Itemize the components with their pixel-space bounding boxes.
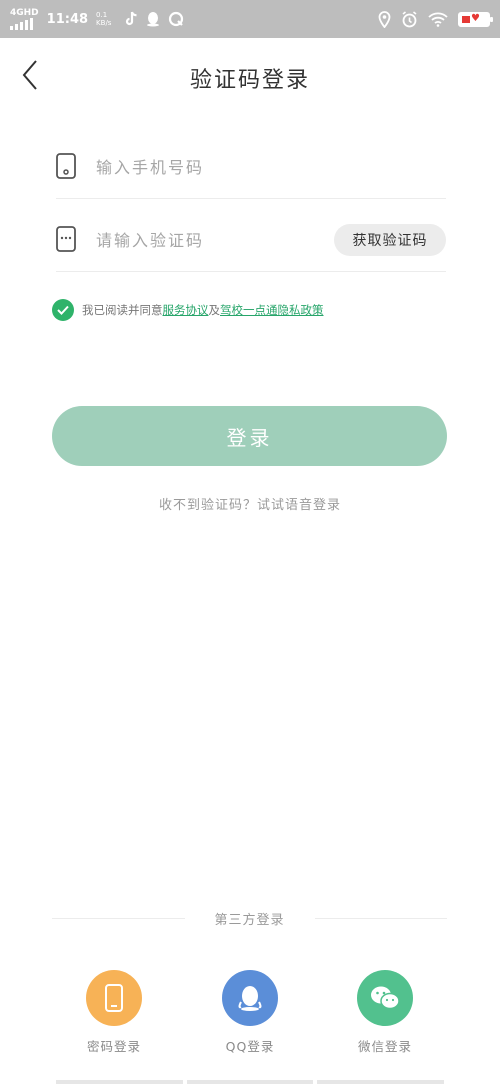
third-party-divider: 第三方登录 [52, 908, 448, 928]
voice-login-link[interactable]: 收不到验证码？试试语音登录 [0, 494, 500, 513]
network-speed: 0.1 KB/s [96, 11, 116, 27]
phone-icon [56, 153, 76, 179]
login-button[interactable]: 登录 [52, 406, 447, 466]
agreement-prefix: 我已阅读并同意 [82, 303, 163, 317]
browser-icon [168, 11, 184, 27]
tiktok-icon [125, 11, 137, 26]
agreement: 我已阅读并同意 服务协议 及 驾校一点通隐私政策 [52, 299, 324, 321]
wechat-login-circle [357, 970, 413, 1026]
wechat-login-option[interactable]: 微信登录 [330, 970, 440, 1055]
qq-login-option[interactable]: QQ登录 [195, 970, 305, 1055]
get-code-button[interactable]: 获取验证码 [334, 224, 446, 256]
phone-icon [105, 984, 123, 1012]
privacy-policy-link[interactable]: 驾校一点通隐私政策 [220, 302, 324, 318]
status-bar: 4GHD 11:48 0.1 KB/s ♥ [0, 0, 500, 38]
speed-unit: KB/s [96, 19, 112, 27]
header: 验证码登录 [0, 38, 500, 114]
check-icon [57, 305, 69, 315]
alarm-icon [402, 10, 417, 27]
sms-code-icon [56, 226, 76, 252]
password-login-option[interactable]: 密码登录 [59, 970, 169, 1055]
wifi-icon [428, 12, 448, 27]
clock: 11:48 [46, 11, 89, 27]
third-party-title: 第三方登录 [214, 912, 285, 928]
qq-icon [238, 986, 262, 1011]
qq-notification-icon [147, 12, 160, 27]
signal-icon [10, 17, 39, 30]
third-party-options: 密码登录 QQ登录 微信登录 [0, 970, 500, 1060]
agreement-middle: 及 [208, 303, 221, 317]
battery-icon: ♥ [458, 11, 493, 27]
speed-value: 0.1 [96, 11, 108, 19]
qq-login-label: QQ登录 [225, 1039, 275, 1054]
code-input[interactable] [96, 225, 326, 255]
agree-checkbox[interactable] [52, 299, 74, 321]
qq-login-circle [222, 970, 278, 1026]
password-login-circle [86, 970, 142, 1026]
divider-line [314, 917, 448, 919]
signal-indicator: 4GHD [10, 7, 39, 30]
network-type: 4GHD [10, 7, 39, 18]
code-field-row: 获取验证码 [56, 211, 446, 272]
bottom-bar [0, 1080, 500, 1084]
phone-field-row [56, 138, 446, 199]
wechat-login-label: 微信登录 [357, 1039, 412, 1054]
service-agreement-link[interactable]: 服务协议 [163, 302, 209, 318]
location-icon [378, 10, 391, 28]
phone-input[interactable] [96, 152, 326, 182]
wechat-icon [371, 986, 400, 1010]
divider-line [52, 917, 185, 919]
page-title: 验证码登录 [189, 68, 310, 93]
password-login-label: 密码登录 [86, 1039, 141, 1054]
